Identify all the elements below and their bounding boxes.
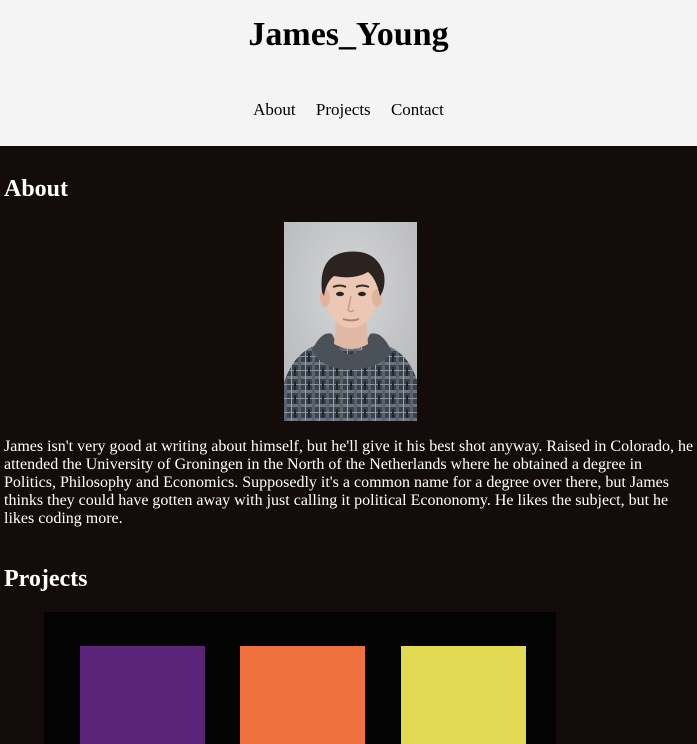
nav-link-about[interactable]: About (253, 100, 296, 119)
nav-link-contact[interactable]: Contact (391, 100, 444, 119)
about-heading: About (4, 176, 69, 202)
portrait-photo (284, 222, 417, 421)
color-swatch-purple (80, 646, 205, 744)
site-title: James_Young (248, 16, 449, 53)
color-swatch-yellow (401, 646, 526, 744)
about-bio: James isn't very good at writing about h… (4, 438, 694, 527)
site-header: James_Young About Projects Contact (0, 0, 697, 146)
projects-heading: Projects (4, 566, 88, 592)
project-thumbnail[interactable] (44, 612, 556, 744)
nav-link-projects[interactable]: Projects (316, 100, 371, 119)
main-nav: About Projects Contact (0, 99, 697, 121)
color-swatch-orange (240, 646, 365, 744)
